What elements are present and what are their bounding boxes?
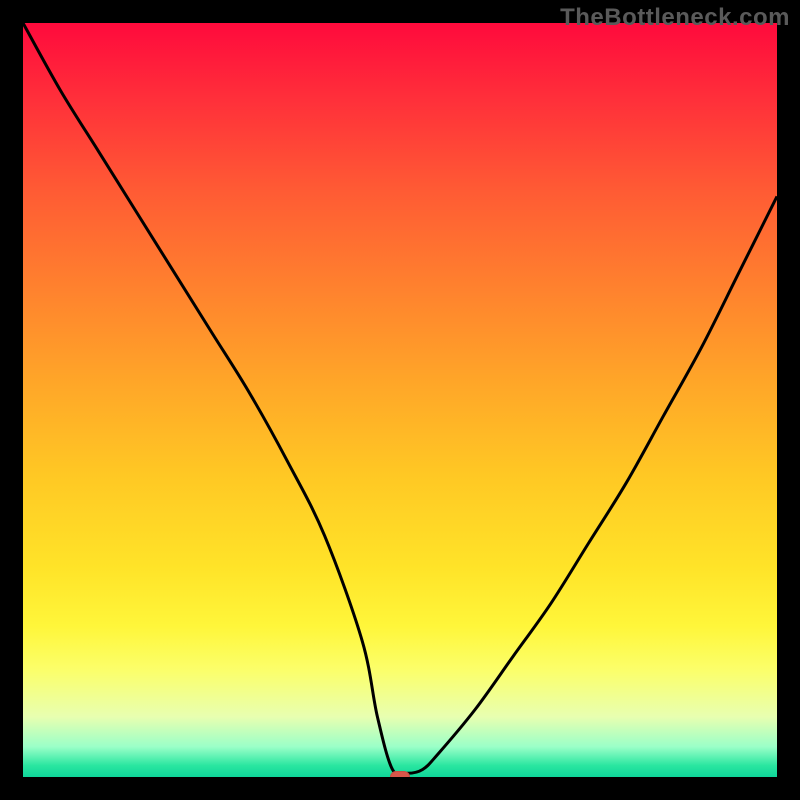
watermark-text: TheBottleneck.com xyxy=(560,4,790,32)
plot-area xyxy=(23,23,777,777)
bottleneck-curve-path xyxy=(23,23,777,775)
min-point-marker xyxy=(390,771,410,777)
chart-frame: TheBottleneck.com xyxy=(0,0,800,800)
bottleneck-curve xyxy=(23,23,777,777)
